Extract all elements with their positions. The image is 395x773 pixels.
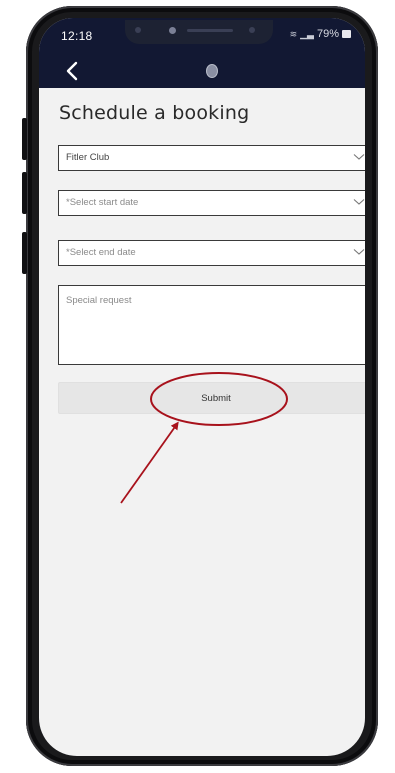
camera-notch [125,20,273,44]
side-button [22,232,27,274]
club-select-value: Fitler Club [66,152,110,163]
sensor-dot [135,27,141,33]
chevron-down-icon [353,199,365,205]
start-date-select[interactable]: *Select start date [58,190,365,216]
start-date-placeholder: *Select start date [66,197,139,208]
nav-bar [39,54,365,88]
speaker-grille [187,29,233,32]
wifi-icon: ≋ [289,28,298,39]
status-icons: ≋ ▁▃ 79% [290,28,351,40]
page-title: Schedule a booking [59,102,250,124]
app-screen: 12:18 ≋ ▁▃ 79% Schedule a booking Fitler… [39,18,365,756]
app-logo-icon [206,64,218,78]
submit-button-label: Submit [201,393,231,404]
battery-percent: 79% [316,28,339,40]
back-arrow-svg [66,61,78,81]
sensor-dot-right [249,27,255,33]
end-date-select[interactable]: *Select end date [58,240,365,266]
status-bar: 12:18 ≋ ▁▃ 79% [39,18,365,54]
submit-button[interactable]: Submit [58,382,365,414]
special-request-textarea[interactable]: Special request [58,285,365,365]
chevron-down-icon [353,154,365,160]
chevron-left-icon[interactable] [63,60,83,82]
status-time: 12:18 [61,29,93,43]
chevron-down-icon [353,249,365,255]
signal-icon: ▁▃ [300,28,314,39]
club-select[interactable]: Fitler Club [58,145,365,171]
volume-up-button [22,118,27,160]
special-request-placeholder: Special request [66,295,132,306]
volume-down-button [22,172,27,214]
camera-icon [169,27,176,34]
battery-icon [342,30,351,38]
end-date-placeholder: *Select end date [66,247,136,258]
